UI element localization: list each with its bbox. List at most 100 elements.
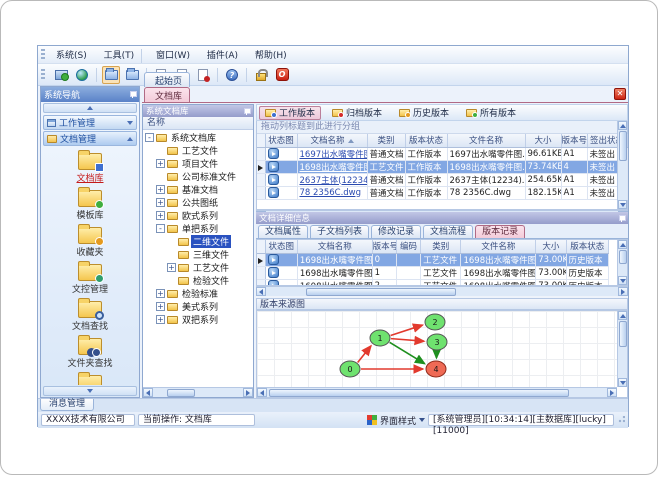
sidebar-group-work-management[interactable]: 工作管理 [43,115,137,130]
scroll-up-button[interactable] [618,240,627,249]
sidebar-group-document-management[interactable]: 文档管理 [43,131,137,146]
graph-node-1[interactable]: 1 [369,329,391,347]
document-tab[interactable]: 文档库 [144,87,191,102]
pin-icon[interactable] [129,91,137,98]
version-record-row[interactable]: 1698出水嘴零件图.dwg 2 工艺文件 1698出水嘴零件图.dwg 73.… [257,279,610,285]
scroll-down-button[interactable] [618,276,627,285]
tree-node[interactable]: + 公共图纸 [143,196,253,209]
scroll-right-button[interactable] [618,287,628,296]
version-filter-button[interactable]: 工作版本 [259,105,322,120]
menu-item[interactable]: 工具(T) [96,49,143,63]
graph-vertical-scrollbar[interactable] [617,311,627,387]
detail-tab[interactable]: 子文档列表 [310,225,370,238]
sidebar-scroll-up[interactable] [43,103,137,113]
tree-node[interactable]: 三维文件 [143,248,253,261]
column-header[interactable]: 类别 [367,134,406,148]
tree-expander-icon[interactable]: + [156,302,165,311]
document-tab[interactable]: 起始页 [144,72,191,87]
tree-node[interactable]: 工艺文件 [143,144,253,157]
column-header[interactable]: 编码 [396,240,422,254]
version-horizontal-scrollbar[interactable] [256,286,628,296]
tree-node[interactable]: + 工艺文件 [143,261,253,274]
document-row[interactable]: 1698出水嘴零件图.dwg 工艺文件 工作版本 1698出水嘴零件图.dwg … [257,160,628,174]
folder-computer-icon[interactable] [123,66,141,84]
tree-expander-icon[interactable]: + [156,159,165,168]
graph-node-3[interactable]: 3 [426,333,448,351]
tree-node[interactable]: + 基准文档 [143,183,253,196]
tree-expander-icon[interactable]: - [156,224,165,233]
version-vertical-scrollbar[interactable] [617,240,627,285]
tree-node[interactable]: + 美式系列 [143,300,253,313]
sidebar-item[interactable]: 签出的文档 [41,372,139,385]
scroll-down-button[interactable] [618,378,627,387]
scroll-thumb[interactable] [167,388,195,397]
version-record-row[interactable]: 1698出水嘴零件图.dwg 0 工艺文件 1698出水嘴零件图.dwg 73.… [257,253,610,267]
column-header[interactable]: 文档名称 [297,240,373,254]
menu-item[interactable]: 帮助(H) [248,49,294,63]
detail-tab[interactable]: 版本记录 [475,225,526,238]
menu-item[interactable]: 系统(S) [49,49,94,63]
tree-node[interactable]: 二维文件 [143,235,253,248]
column-header[interactable]: 版本状态 [566,240,610,254]
tree-expander-icon[interactable]: + [156,185,165,194]
tree-node[interactable]: - 单把系列 [143,222,253,235]
column-header[interactable]: 文件名称 [447,134,526,148]
menu-item[interactable]: 窗口(W) [149,49,197,63]
scroll-thumb[interactable] [618,131,627,161]
column-header[interactable]: 状态图 [265,240,298,254]
scroll-down-button[interactable] [618,200,627,209]
tree-node[interactable]: 检验文件 [143,274,253,287]
close-tab-icon[interactable]: ✕ [614,88,626,100]
version-filter-button[interactable]: 所有版本 [460,106,522,120]
column-header[interactable]: 状态图 [265,134,298,148]
detail-tab[interactable]: 文档流程 [423,225,474,238]
sidebar-item[interactable]: 模板库 [41,187,139,221]
column-header[interactable]: 版本号 [561,134,588,148]
lock-icon[interactable] [252,66,270,84]
tree-expander-icon[interactable]: + [167,263,176,272]
pin-icon[interactable] [243,107,251,115]
resize-grip[interactable] [617,416,626,424]
sidebar-scroll-down[interactable] [43,386,137,396]
scroll-left-button[interactable] [143,388,153,397]
ui-style-dropdown[interactable]: 界面样式 [367,414,426,427]
document-row[interactable]: 78 2356C.dwg 普通文档 工作版本 78 2356C.dwg 182.… [257,186,628,200]
sidebar-item[interactable]: 文控管理 [41,261,139,295]
tree-expander-icon[interactable]: - [145,133,154,142]
menu-grip[interactable] [41,48,45,61]
menu-item[interactable]: 插件(A) [200,49,245,63]
detail-tab[interactable]: 修改记录 [371,225,422,238]
version-filter-button[interactable]: 归档版本 [326,106,388,120]
column-header[interactable]: 版本号 [372,240,397,254]
scroll-thumb[interactable] [618,250,627,264]
tree-node[interactable]: + 欧式系列 [143,209,253,222]
help-icon[interactable]: ? [223,66,241,84]
scroll-up-button[interactable] [618,121,627,130]
message-management-tab[interactable]: 消息管理 [40,399,95,411]
tree-node[interactable]: 公司标准文件 [143,170,253,183]
column-header[interactable]: 文件名称 [460,240,537,254]
column-header[interactable]: 类别 [420,240,462,254]
column-header[interactable]: 版本状态 [405,134,448,148]
tree-expander-icon[interactable]: + [156,315,165,324]
scroll-right-button[interactable] [243,388,253,397]
scroll-thumb[interactable] [618,321,627,347]
scroll-thumb[interactable] [269,388,569,397]
tree-expander-icon[interactable]: + [156,211,165,220]
column-header[interactable]: 大小 [535,240,567,254]
graph-node-0[interactable]: 0 [339,360,361,378]
scroll-up-button[interactable] [618,311,627,320]
tree-node[interactable]: + 检验标准 [143,287,253,300]
globe-icon[interactable] [73,66,91,84]
graph-node-2[interactable]: 2 [424,313,446,331]
group-by-hint[interactable]: 拖动列标题到此进行分组 [257,121,627,134]
scroll-left-button[interactable] [256,287,266,296]
sidebar-item[interactable]: 文档查找 [41,298,139,332]
doc-delete-icon[interactable] [194,66,212,84]
tree-horizontal-scrollbar[interactable] [143,387,253,397]
version-record-row[interactable]: 1698出水嘴零件图.dwg 1 工艺文件 1698出水嘴零件图.dwg 73.… [257,266,610,280]
version-filter-button[interactable]: 历史版本 [393,106,455,120]
sidebar-item[interactable]: 文件夹查找 [41,335,139,369]
tree-expander-icon[interactable]: + [156,198,165,207]
scroll-right-button[interactable] [607,388,617,397]
